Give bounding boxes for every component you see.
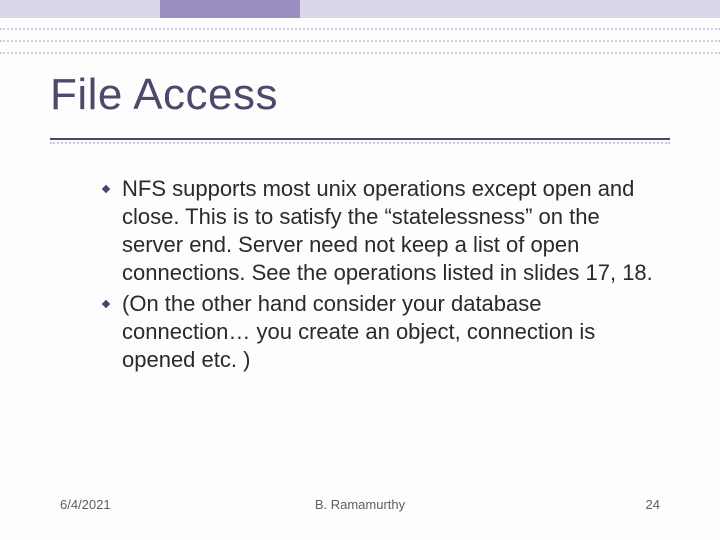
title-underline bbox=[50, 138, 670, 140]
slide-title: File Access bbox=[50, 70, 278, 120]
title-underline-dots bbox=[50, 142, 670, 144]
bullet-text: (On the other hand consider your databas… bbox=[122, 290, 660, 374]
decorative-dots bbox=[0, 28, 720, 30]
footer-page-number: 24 bbox=[646, 497, 660, 512]
footer-author: B. Ramamurthy bbox=[315, 497, 405, 512]
top-accent bbox=[160, 0, 300, 18]
top-band bbox=[0, 0, 720, 18]
bullet-text: NFS supports most unix operations except… bbox=[122, 175, 660, 288]
decorative-dots bbox=[0, 52, 720, 54]
footer-date: 6/4/2021 bbox=[60, 497, 111, 512]
list-item: NFS supports most unix operations except… bbox=[100, 175, 660, 288]
content-area: NFS supports most unix operations except… bbox=[100, 175, 660, 376]
diamond-bullet-icon bbox=[100, 298, 112, 310]
list-item: (On the other hand consider your databas… bbox=[100, 290, 660, 374]
decorative-dots bbox=[0, 40, 720, 42]
diamond-bullet-icon bbox=[100, 183, 112, 195]
